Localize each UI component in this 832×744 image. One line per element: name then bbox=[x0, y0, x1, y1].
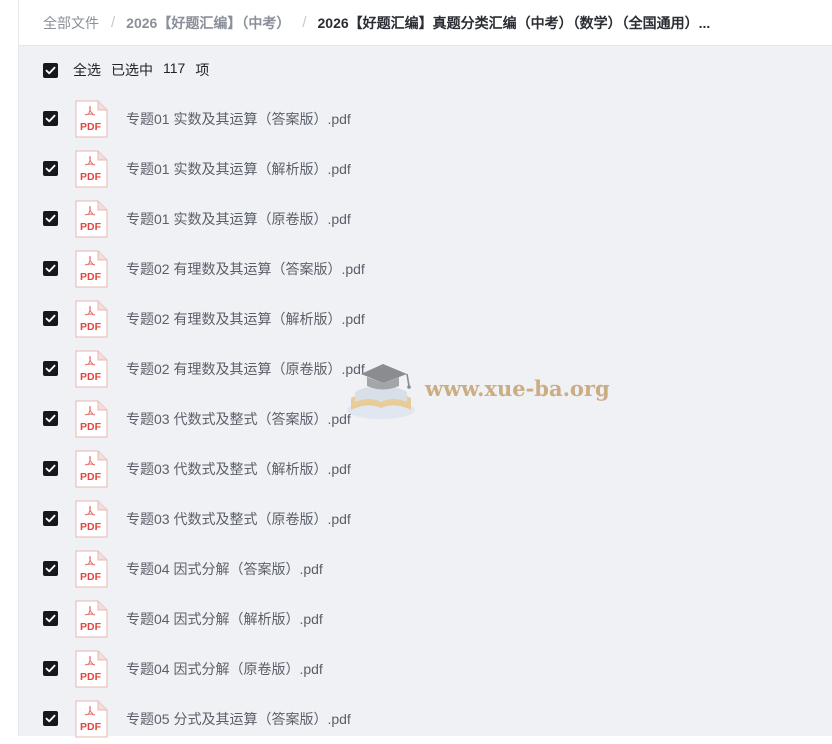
svg-text:PDF: PDF bbox=[80, 271, 102, 283]
svg-text:PDF: PDF bbox=[80, 421, 102, 433]
file-checkbox[interactable] bbox=[43, 111, 58, 126]
file-name[interactable]: 专题01 实数及其运算（原卷版）.pdf bbox=[126, 194, 351, 244]
left-rail bbox=[0, 0, 19, 736]
file-row[interactable]: PDF 专题04 因式分解（原卷版）.pdf bbox=[19, 644, 832, 694]
pdf-file-icon: PDF bbox=[75, 550, 108, 588]
file-name[interactable]: 专题03 代数式及整式（答案版）.pdf bbox=[126, 394, 351, 444]
checkmark-icon bbox=[45, 66, 56, 74]
svg-text:PDF: PDF bbox=[80, 521, 102, 533]
file-row[interactable]: PDF 专题01 实数及其运算（原卷版）.pdf bbox=[19, 194, 832, 244]
checkmark-icon bbox=[45, 314, 56, 323]
svg-text:PDF: PDF bbox=[80, 371, 102, 383]
breadcrumb-folder-zhongkao[interactable]: 2026【好题汇编】（中考） bbox=[126, 13, 290, 33]
checkmark-icon bbox=[45, 464, 56, 473]
file-name[interactable]: 专题02 有理数及其运算（答案版）.pdf bbox=[126, 244, 365, 294]
svg-text:PDF: PDF bbox=[80, 471, 102, 483]
file-name[interactable]: 专题02 有理数及其运算（原卷版）.pdf bbox=[126, 344, 365, 394]
pdf-file-icon: PDF bbox=[75, 650, 108, 688]
selection-bar: 全选 已选中 117 项 bbox=[19, 46, 832, 94]
file-name[interactable]: 专题01 实数及其运算（解析版）.pdf bbox=[126, 144, 351, 194]
file-name[interactable]: 专题03 代数式及整式（解析版）.pdf bbox=[126, 444, 351, 494]
breadcrumb-separator: / bbox=[111, 14, 116, 31]
svg-text:PDF: PDF bbox=[80, 671, 102, 683]
checkmark-icon bbox=[45, 114, 56, 123]
checkmark-icon bbox=[45, 564, 56, 573]
svg-text:PDF: PDF bbox=[80, 221, 102, 233]
file-row[interactable]: PDF 专题02 有理数及其运算（解析版）.pdf bbox=[19, 294, 832, 344]
pdf-file-icon: PDF bbox=[75, 250, 108, 288]
checkmark-icon bbox=[45, 214, 56, 223]
checkmark-icon bbox=[45, 414, 56, 423]
file-checkbox[interactable] bbox=[43, 361, 58, 376]
select-all-label[interactable]: 全选 bbox=[73, 60, 101, 80]
file-checkbox[interactable] bbox=[43, 261, 58, 276]
file-row[interactable]: PDF 专题03 代数式及整式（答案版）.pdf bbox=[19, 394, 832, 444]
svg-text:PDF: PDF bbox=[80, 321, 102, 333]
file-checkbox[interactable] bbox=[43, 561, 58, 576]
file-name[interactable]: 专题04 因式分解（解析版）.pdf bbox=[126, 594, 323, 644]
file-row[interactable]: PDF 专题03 代数式及整式（原卷版）.pdf bbox=[19, 494, 832, 544]
selection-summary: 全选 已选中 117 项 bbox=[73, 60, 209, 80]
file-checkbox[interactable] bbox=[43, 461, 58, 476]
file-row[interactable]: PDF 专题01 实数及其运算（答案版）.pdf bbox=[19, 94, 832, 144]
selected-count: 117 bbox=[163, 60, 186, 76]
pdf-file-icon: PDF bbox=[75, 500, 108, 538]
file-checkbox[interactable] bbox=[43, 611, 58, 626]
file-row[interactable]: PDF 专题02 有理数及其运算（答案版）.pdf bbox=[19, 244, 832, 294]
pdf-file-icon: PDF bbox=[75, 400, 108, 438]
file-name[interactable]: 专题01 实数及其运算（答案版）.pdf bbox=[126, 94, 351, 144]
file-checkbox[interactable] bbox=[43, 311, 58, 326]
pdf-file-icon: PDF bbox=[75, 100, 108, 138]
breadcrumb-separator: / bbox=[302, 14, 307, 31]
file-row[interactable]: PDF 专题05 分式及其运算（答案版）.pdf bbox=[19, 694, 832, 744]
file-list: PDF 专题01 实数及其运算（答案版）.pdf PDF 专题01 实数及其运算（解析… bbox=[19, 94, 832, 744]
file-name[interactable]: 专题04 因式分解（答案版）.pdf bbox=[126, 544, 323, 594]
checkmark-icon bbox=[45, 514, 56, 523]
svg-text:PDF: PDF bbox=[80, 571, 102, 583]
file-checkbox[interactable] bbox=[43, 161, 58, 176]
file-name[interactable]: 专题04 因式分解（原卷版）.pdf bbox=[126, 644, 323, 694]
file-checkbox[interactable] bbox=[43, 511, 58, 526]
file-checkbox[interactable] bbox=[43, 211, 58, 226]
checkmark-icon bbox=[45, 264, 56, 273]
checkmark-icon bbox=[45, 164, 56, 173]
breadcrumb-all-files[interactable]: 全部文件 bbox=[43, 13, 99, 33]
pdf-file-icon: PDF bbox=[75, 200, 108, 238]
selected-prefix: 已选中 bbox=[111, 62, 153, 78]
file-list-panel: 全部文件 / 2026【好题汇编】（中考） / 2026【好题汇编】真题分类汇编… bbox=[19, 0, 832, 738]
file-row[interactable]: PDF 专题02 有理数及其运算（原卷版）.pdf bbox=[19, 344, 832, 394]
file-checkbox[interactable] bbox=[43, 661, 58, 676]
svg-text:PDF: PDF bbox=[80, 171, 102, 183]
file-row[interactable]: PDF 专题04 因式分解（答案版）.pdf bbox=[19, 544, 832, 594]
pdf-file-icon: PDF bbox=[75, 150, 108, 188]
pdf-file-icon: PDF bbox=[75, 450, 108, 488]
file-checkbox[interactable] bbox=[43, 711, 58, 726]
checkmark-icon bbox=[45, 714, 56, 723]
file-row[interactable]: PDF 专题04 因式分解（解析版）.pdf bbox=[19, 594, 832, 644]
pdf-file-icon: PDF bbox=[75, 300, 108, 338]
pdf-file-icon: PDF bbox=[75, 600, 108, 638]
file-name[interactable]: 专题05 分式及其运算（答案版）.pdf bbox=[126, 694, 351, 744]
checkmark-icon bbox=[45, 364, 56, 373]
breadcrumb-current-folder: 2026【好题汇编】真题分类汇编（中考）（数学）（全国通用）... bbox=[317, 14, 711, 31]
file-row[interactable]: PDF 专题01 实数及其运算（解析版）.pdf bbox=[19, 144, 832, 194]
svg-text:PDF: PDF bbox=[80, 721, 102, 733]
selected-suffix: 项 bbox=[195, 62, 210, 78]
select-all-checkbox[interactable] bbox=[43, 62, 58, 78]
checkmark-icon bbox=[45, 664, 56, 673]
file-name[interactable]: 专题02 有理数及其运算（解析版）.pdf bbox=[126, 294, 365, 344]
file-row[interactable]: PDF 专题03 代数式及整式（解析版）.pdf bbox=[19, 444, 832, 494]
file-name[interactable]: 专题03 代数式及整式（原卷版）.pdf bbox=[126, 494, 351, 544]
pdf-file-icon: PDF bbox=[75, 350, 108, 388]
svg-text:PDF: PDF bbox=[80, 121, 102, 133]
svg-text:PDF: PDF bbox=[80, 621, 102, 633]
checkmark-icon bbox=[45, 614, 56, 623]
file-checkbox[interactable] bbox=[43, 411, 58, 426]
breadcrumb: 全部文件 / 2026【好题汇编】（中考） / 2026【好题汇编】真题分类汇编… bbox=[19, 0, 832, 46]
pdf-file-icon: PDF bbox=[75, 700, 108, 738]
